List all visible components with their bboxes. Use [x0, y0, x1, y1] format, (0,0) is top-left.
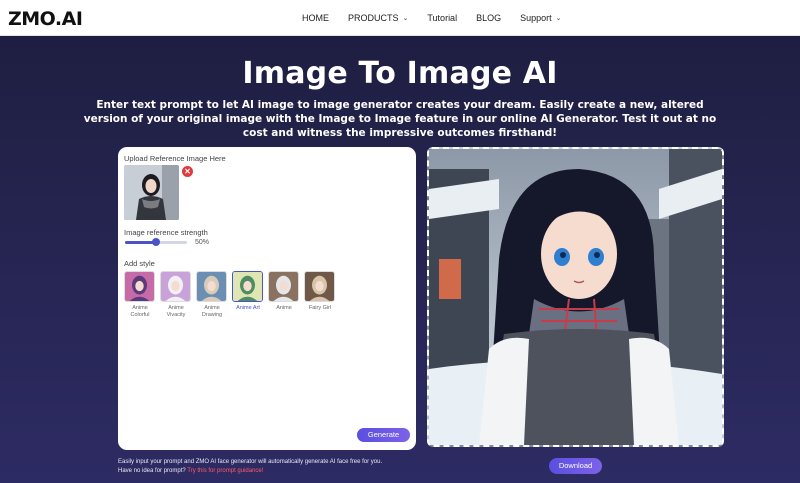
style-thumbnail [160, 271, 191, 302]
style-option[interactable]: Anime Vivacity [160, 271, 192, 319]
nav-support[interactable]: Support ⌄ [520, 13, 561, 23]
style-thumbnail [268, 271, 299, 302]
generator-panel: Upload Reference Image Here ✕ Image refe… [118, 147, 416, 450]
style-option[interactable]: Anime [268, 271, 300, 319]
nav-home[interactable]: HOME [302, 13, 329, 23]
logo[interactable]: ZMO.AI [8, 8, 83, 30]
page-subtitle: Enter text prompt to let AI image to ima… [83, 99, 717, 139]
upload-label: Upload Reference Image Here [124, 154, 226, 163]
strength-label: Image reference strength [124, 228, 208, 237]
style-thumbnail [232, 271, 263, 302]
strength-slider[interactable] [125, 238, 187, 246]
style-thumbnail [304, 271, 335, 302]
chevron-down-icon: ⌄ [555, 15, 562, 22]
download-button[interactable]: Download [549, 458, 602, 474]
top-nav: ZMO.AI HOME PRODUCTS ⌄ Tutorial BLOG Supp… [0, 0, 800, 36]
nav-menu: HOME PRODUCTS ⌄ Tutorial BLOG Support ⌄ [302, 0, 581, 36]
slider-handle[interactable] [152, 238, 160, 246]
style-name: Anime Art [236, 305, 260, 311]
strength-value: 50% [195, 239, 210, 246]
style-option[interactable]: Anime Drawing [196, 271, 228, 319]
style-name: Anime [276, 305, 292, 311]
style-label: Add style [124, 259, 155, 268]
page-title: Image To Image AI [242, 56, 558, 91]
style-option[interactable]: Anime Art [232, 271, 264, 319]
chevron-down-icon: ⌄ [402, 15, 409, 22]
nav-tutorial[interactable]: Tutorial [427, 13, 457, 23]
style-name: Anime Colorful [130, 305, 150, 318]
prompt-guidance-link[interactable]: Try this for prompt guidance! [187, 468, 263, 474]
style-name: Fairy Girl [308, 305, 332, 311]
style-option[interactable]: Fairy Girl [304, 271, 336, 319]
result-image-art [429, 149, 722, 445]
reference-image[interactable] [124, 165, 179, 220]
style-thumbnail [196, 271, 227, 302]
style-list: Anime Colorful Anime Vivacity Anime Drawin… [124, 271, 340, 319]
style-option[interactable]: Anime Colorful [124, 271, 156, 319]
reference-image-art [124, 165, 179, 220]
result-preview[interactable] [427, 147, 724, 447]
remove-image-button[interactable]: ✕ [182, 166, 193, 177]
nav-products[interactable]: PRODUCTS ⌄ [348, 13, 408, 23]
style-thumbnail [124, 271, 155, 302]
nav-blog[interactable]: BLOG [476, 13, 501, 23]
generate-button[interactable]: Generate [357, 428, 410, 442]
style-name: Anime Vivacity [166, 305, 186, 318]
prompt-hint: Easily input your prompt and ZMO AI face… [118, 459, 383, 474]
style-name: Anime Drawing [201, 305, 223, 318]
